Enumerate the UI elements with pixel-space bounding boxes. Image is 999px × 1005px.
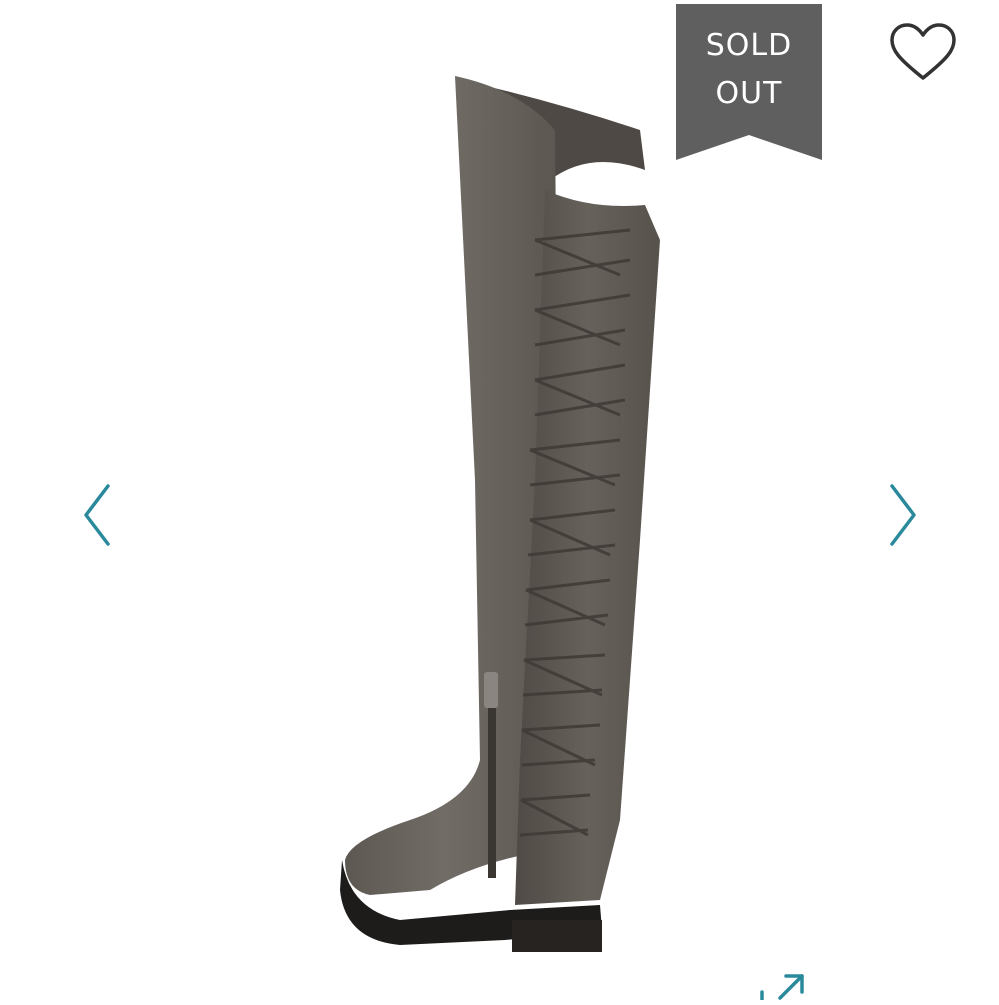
expand-image-button[interactable] [758,970,808,1002]
product-image-boot [340,76,660,952]
favorite-button[interactable] [888,22,958,84]
chevron-right-icon [890,484,916,546]
previous-image-button[interactable] [78,480,118,550]
expand-arrows-icon [760,974,804,1002]
chevron-left-icon [84,484,110,546]
sold-out-badge-line2: OUT [715,76,783,111]
heart-outline-icon [890,23,956,80]
product-image-viewer: SOLD OUT [0,0,999,1002]
sold-out-badge-line1: SOLD [705,28,793,63]
sold-out-badge: SOLD OUT [676,4,822,160]
next-image-button[interactable] [882,480,922,550]
